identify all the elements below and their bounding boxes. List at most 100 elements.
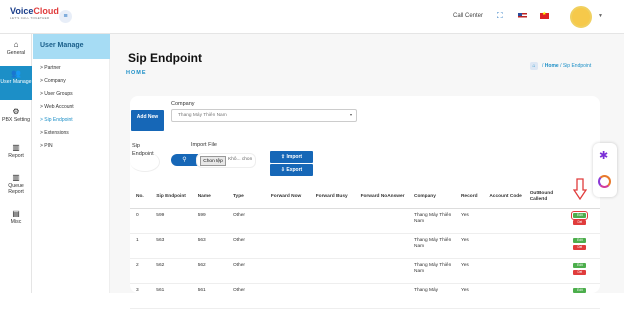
cell-no: 0 bbox=[130, 208, 151, 234]
brand-logo[interactable]: VoiceCloud LET'S CALL TOGETHER bbox=[10, 6, 59, 26]
chevron-down-icon: ▾ bbox=[349, 112, 352, 117]
delete-button[interactable]: Del bbox=[573, 219, 587, 225]
nav-report[interactable]: ▥ Report bbox=[0, 142, 32, 168]
add-new-button[interactable]: Add New bbox=[131, 110, 164, 131]
file-input[interactable]: Chon tệp Khô... chon bbox=[196, 153, 256, 168]
col-header: Type bbox=[226, 186, 265, 209]
nav-user-manage[interactable]: 👥 User Manage bbox=[0, 66, 32, 100]
call-center-link[interactable]: Call Center bbox=[453, 13, 483, 19]
nav-pbx-setting[interactable]: ⚙ PBX Setting bbox=[0, 106, 32, 136]
nav-queue-report[interactable]: ▥ Queue Report bbox=[0, 172, 32, 202]
cell-name: 562 bbox=[191, 258, 227, 284]
subnav-user-groups[interactable]: > User Groups bbox=[40, 91, 73, 97]
cell-type: Other bbox=[226, 208, 265, 234]
cell-no: 1 bbox=[130, 233, 151, 259]
col-header: Company bbox=[408, 186, 455, 209]
edit-button[interactable]: Edit bbox=[571, 210, 589, 220]
bar-chart-icon: ▥ bbox=[12, 173, 20, 182]
subnav-company[interactable]: > Company bbox=[40, 78, 66, 84]
avatar[interactable] bbox=[570, 6, 592, 28]
nav-general[interactable]: ⌂ General bbox=[0, 40, 32, 66]
document-icon: ▤ bbox=[12, 209, 20, 218]
cell-company: Thang Máy Thiên Nam bbox=[408, 208, 455, 234]
cell-sip: 562 bbox=[150, 258, 192, 284]
cell-sip: 563 bbox=[150, 233, 192, 259]
sip-endpoint-card: Add New Company Thang Máy Thiên Nam ▾ Sip… bbox=[130, 96, 600, 309]
home-icon: ⌂ bbox=[13, 40, 19, 49]
cell-sip: 599 bbox=[150, 208, 192, 234]
flag-vn-icon[interactable] bbox=[540, 11, 549, 19]
cell-record: Yes bbox=[454, 233, 484, 259]
col-header: OutBound CallerId bbox=[523, 186, 566, 209]
sub-sidebar: User Manage > Partner > Company > User G… bbox=[33, 34, 110, 293]
top-bar: VoiceCloud LET'S CALL TOGETHER ≡ Call Ce… bbox=[0, 0, 624, 34]
cell-sip: 561 bbox=[150, 283, 192, 309]
table-row: 0 599 599 Other Thang Máy Thiên Nam Yes … bbox=[130, 208, 600, 234]
page-title: Sip Endpoint bbox=[128, 51, 202, 65]
page-subtitle: HOME bbox=[126, 70, 147, 76]
export-button[interactable]: ⇩ Export bbox=[270, 164, 313, 176]
menu-toggle-icon[interactable]: ≡ bbox=[59, 10, 72, 23]
table-row: 3 561 561 Other Thang Máy Yes Edit bbox=[130, 283, 600, 309]
floating-widget: ✱ bbox=[593, 143, 617, 197]
cell-record: Yes bbox=[454, 283, 484, 309]
cell-type: Other bbox=[226, 283, 265, 309]
gear-icon: ⚙ bbox=[12, 107, 20, 116]
cell-type: Other bbox=[226, 233, 265, 259]
home-icon[interactable]: ⌂ bbox=[530, 62, 538, 70]
col-header: Sip Endpoint bbox=[150, 186, 192, 209]
search-icon: ⚲ bbox=[182, 157, 187, 163]
col-header: Forward Now bbox=[264, 186, 310, 209]
search-button[interactable]: ⚲ bbox=[171, 154, 198, 166]
cell-name: 563 bbox=[191, 233, 227, 259]
flag-us-icon[interactable] bbox=[518, 13, 527, 19]
cell-no: 2 bbox=[130, 258, 151, 284]
users-icon: 👥 bbox=[11, 69, 21, 78]
import-file-label: Import File bbox=[191, 142, 217, 148]
col-header: Record bbox=[454, 186, 484, 209]
table-row: 1 563 563 Other Thang Máy Thiên Nam Yes … bbox=[130, 233, 600, 259]
cell-company: Thang Máy Thiên Nam bbox=[408, 258, 455, 284]
table-header-row: No. Sip Endpoint Name Type Forward Now F… bbox=[130, 186, 600, 209]
file-status: Khô... chon bbox=[228, 157, 253, 162]
subnav-web-account[interactable]: > Web Account bbox=[40, 104, 74, 110]
arrow-down-icon bbox=[573, 178, 587, 200]
fullscreen-icon[interactable]: ⛶ bbox=[497, 11, 503, 21]
choose-file-button[interactable]: Chon tệp bbox=[200, 156, 226, 166]
sub-sidebar-title: User Manage bbox=[33, 34, 110, 59]
cell-name: 561 bbox=[191, 283, 227, 309]
subnav-partner[interactable]: > Partner bbox=[40, 65, 61, 71]
cell-no: 3 bbox=[130, 283, 151, 309]
decoration bbox=[130, 152, 160, 172]
delete-button[interactable]: Del bbox=[573, 269, 587, 275]
bar-chart-icon: ▥ bbox=[12, 143, 20, 152]
cell-record: Yes bbox=[454, 258, 484, 284]
cell-record: Yes bbox=[454, 208, 484, 234]
edit-button[interactable]: Edit bbox=[573, 237, 587, 243]
sparkle-icon[interactable]: ✱ bbox=[599, 151, 608, 162]
cell-company: Thang Máy bbox=[408, 283, 455, 309]
breadcrumb-home[interactable]: Home bbox=[545, 63, 559, 69]
subnav-sip-endpoint[interactable]: > Sip Endpoint bbox=[40, 117, 73, 123]
nav-misc[interactable]: ▤ Misc bbox=[0, 208, 32, 234]
breadcrumb: ⌂ / Home / Sip Endpoint bbox=[530, 62, 591, 70]
main-sidebar: ⌂ General 👥 User Manage ⚙ PBX Setting ▥ Repo… bbox=[0, 34, 32, 293]
col-header: Forward NoAnswer bbox=[354, 186, 409, 209]
company-label: Company bbox=[171, 101, 195, 107]
col-header: No. bbox=[130, 186, 151, 209]
edit-button[interactable]: Edit bbox=[573, 287, 587, 293]
delete-button[interactable]: Del bbox=[573, 244, 587, 250]
sip-endpoint-table: No. Sip Endpoint Name Type Forward Now F… bbox=[130, 186, 600, 309]
table-row: 2 562 562 Other Thang Máy Thiên Nam Yes … bbox=[130, 258, 600, 284]
breadcrumb-current: Sip Endpoint bbox=[562, 63, 592, 69]
subnav-pin[interactable]: > PIN bbox=[40, 143, 53, 149]
col-header: Name bbox=[191, 186, 227, 209]
loading-ring-icon[interactable] bbox=[598, 175, 611, 188]
cell-name: 599 bbox=[191, 208, 227, 234]
chevron-down-icon[interactable]: ▼ bbox=[598, 13, 603, 19]
import-button[interactable]: ⇪ Import bbox=[270, 151, 313, 163]
subnav-extensions[interactable]: > Extensions bbox=[40, 130, 69, 136]
cell-type: Other bbox=[226, 258, 265, 284]
company-select[interactable]: Thang Máy Thiên Nam ▾ bbox=[171, 109, 357, 122]
edit-button[interactable]: Edit bbox=[573, 262, 587, 268]
